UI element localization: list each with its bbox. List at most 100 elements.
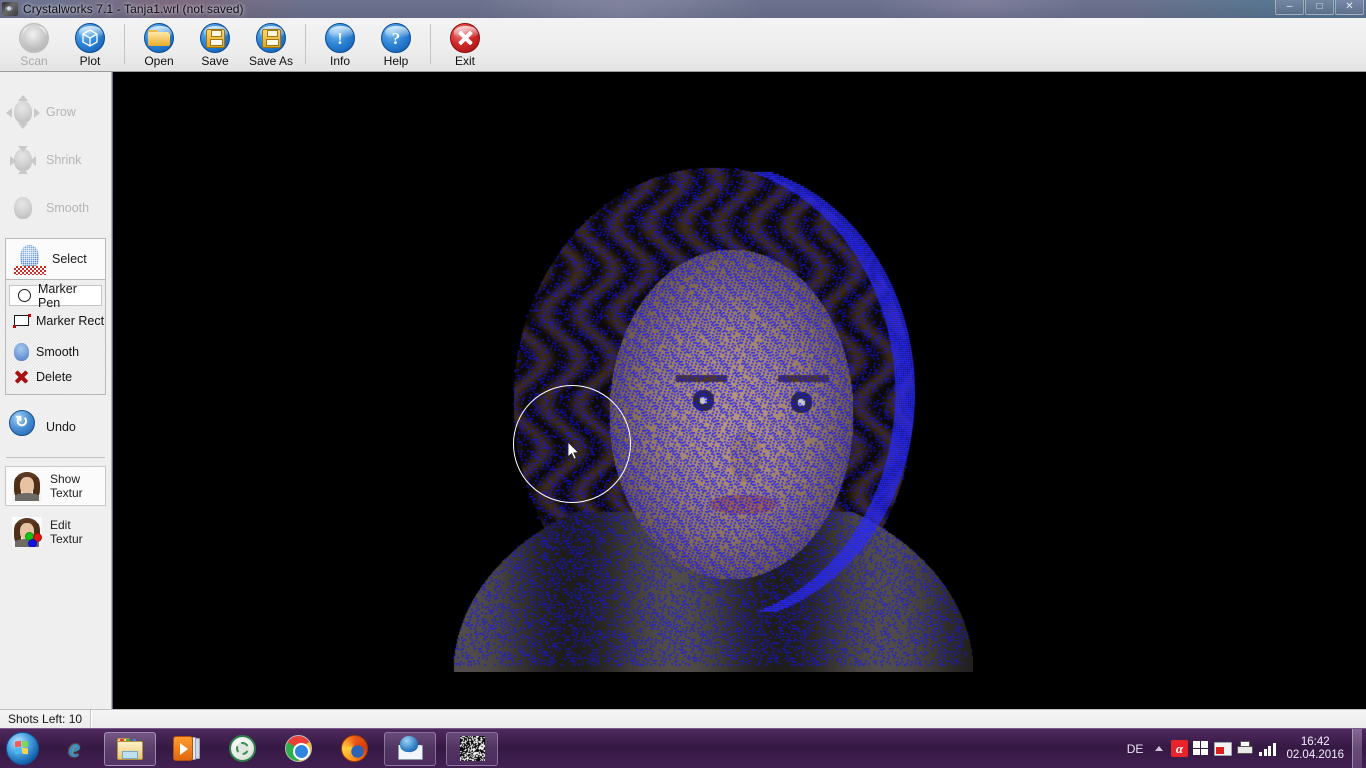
question-icon: ? [381,23,411,53]
mozilla-firefox-icon [341,735,368,762]
toolbar-button-save-as[interactable]: Save As [243,20,299,70]
taskbar-item-windows-explorer[interactable] [104,732,156,766]
sidebar-label-edit-textur: Edit Textur [50,518,105,546]
close-icon: ✕ [1345,2,1353,12]
system-tray: DE α 16:42 02.04.2016 [1120,729,1366,768]
signal-bars-icon[interactable] [1256,737,1278,761]
main-toolbar: Scan Plot Open Save Save As ! Info ? Hel… [0,18,1366,72]
select-option-label-smooth: Smooth [36,345,79,359]
toolbar-button-save[interactable]: Save [187,20,243,70]
window-controls: – □ ✕ [1275,0,1364,15]
printer-icon[interactable] [1234,737,1256,761]
toolbar-button-help[interactable]: ? Help [368,20,424,70]
smooth-blue-icon [14,343,29,361]
screen: Crystalworks 7.1 - Tanja1.wrl (not saved… [0,0,1366,768]
maximize-button[interactable]: □ [1305,0,1334,15]
select-options-panel: Marker Pen Marker Rect Smooth Delete [5,279,106,395]
select-option-smooth[interactable]: Smooth [6,339,105,364]
start-orb-icon [6,732,39,765]
windows-explorer-icon [116,737,144,761]
select-face-icon [12,242,46,276]
select-option-label-marker-pen: Marker Pen [38,282,101,310]
circle-outline-icon [18,289,31,302]
toolbar-separator-1 [124,24,125,64]
select-option-label-delete: Delete [36,370,72,384]
taskbar-item-gear-app[interactable] [216,732,268,766]
sidebar-item-undo[interactable]: ↺ Undo [0,405,111,449]
red-x-icon [14,369,29,384]
select-option-marker-pen[interactable]: Marker Pen [9,285,102,306]
toolbar-label-plot: Plot [80,55,101,67]
taskbar-item-google-chrome[interactable] [272,732,324,766]
face-point-cloud [413,112,973,672]
minimize-icon: – [1287,2,1293,12]
toolbar-label-info: Info [330,55,350,67]
mozilla-thunderbird-icon [397,736,424,761]
status-shots-left: Shots Left: 10 [0,710,91,728]
start-button[interactable] [0,730,44,768]
toolbar-label-help: Help [384,55,409,67]
show-hidden-icons-button[interactable] [1150,746,1168,751]
toolbar-label-save: Save [201,55,228,67]
undo-arrow-icon: ↺ [6,410,40,444]
floppy-icon [200,23,230,53]
select-option-label-marker-rect: Marker Rect [36,314,104,328]
crystalworks-thumbnail-icon [460,736,485,761]
taskbar-item-crystalworks-window[interactable] [446,732,498,766]
taskbar-item-internet-explorer[interactable]: e [48,732,100,766]
3d-viewport[interactable] [113,72,1366,709]
sidebar-item-edit-textur[interactable]: Edit Textur [5,512,106,552]
taskbar-clock[interactable]: 16:42 02.04.2016 [1278,736,1352,762]
sidebar-item-smooth[interactable]: Smooth [0,186,111,230]
clock-time: 16:42 [1286,736,1344,749]
avira-icon[interactable]: α [1168,737,1190,761]
shrink-face-icon [6,143,40,177]
smooth-face-icon [6,191,40,225]
show-desktop-button[interactable] [1352,729,1362,768]
gear-icon [229,735,256,762]
info-icon: ! [325,23,355,53]
tray-language-indicator[interactable]: DE [1120,742,1151,756]
sidebar-label-shrink: Shrink [46,153,81,167]
sidebar-label-undo: Undo [46,420,76,434]
mouse-cursor [568,442,581,461]
select-option-delete[interactable]: Delete [6,364,105,389]
sidebar-item-shrink[interactable]: Shrink [0,138,111,182]
close-x-icon [450,23,480,53]
toolbar-button-scan[interactable]: Scan [6,20,62,70]
toolbar-label-exit: Exit [455,55,475,67]
camera-icon [2,2,18,16]
minimize-button[interactable]: – [1275,0,1304,15]
window-title: Crystalworks 7.1 - Tanja1.wrl (not saved… [23,2,244,16]
status-bar: Shots Left: 10 [0,709,1366,728]
sidebar-item-show-textur[interactable]: Show Textur [5,466,106,506]
tool-sidebar: Grow Shrink Smooth Select Marker Pen Mar… [0,72,112,709]
toolbar-label-save-as: Save As [249,55,293,67]
toolbar-button-plot[interactable]: Plot [62,20,118,70]
toolbar-label-scan: Scan [20,55,47,67]
sidebar-item-select[interactable]: Select [6,239,105,279]
taskbar-item-windows-media-player[interactable] [160,732,212,766]
select-option-marker-rect[interactable]: Marker Rect [6,308,105,333]
toolbar-button-info[interactable]: ! Info [312,20,368,70]
taskbar-item-mozilla-thunderbird[interactable] [384,732,436,766]
window-title-bar[interactable]: Crystalworks 7.1 - Tanja1.wrl (not saved… [0,0,1366,18]
windows-flag-icon[interactable] [1190,737,1212,761]
network-icon[interactable] [1212,737,1234,761]
sidebar-divider [6,457,105,458]
windows-media-player-icon [173,736,200,761]
toolbar-button-exit[interactable]: Exit [437,20,493,70]
maximize-icon: □ [1316,2,1322,12]
sidebar-item-grow[interactable]: Grow [0,90,111,134]
taskbar-item-mozilla-firefox[interactable] [328,732,380,766]
portrait-rgb-icon [12,517,42,547]
toolbar-separator-2 [305,24,306,64]
sidebar-label-show-textur: Show Textur [50,472,105,500]
close-button[interactable]: ✕ [1335,0,1364,15]
sidebar-label-grow: Grow [46,105,76,119]
windows-taskbar: e DE α 16:42 02.04.2016 [0,728,1366,768]
toolbar-button-open[interactable]: Open [131,20,187,70]
status-bar-filler [91,710,1366,728]
floppy-as-icon [256,23,286,53]
internet-explorer-icon: e [61,735,88,762]
